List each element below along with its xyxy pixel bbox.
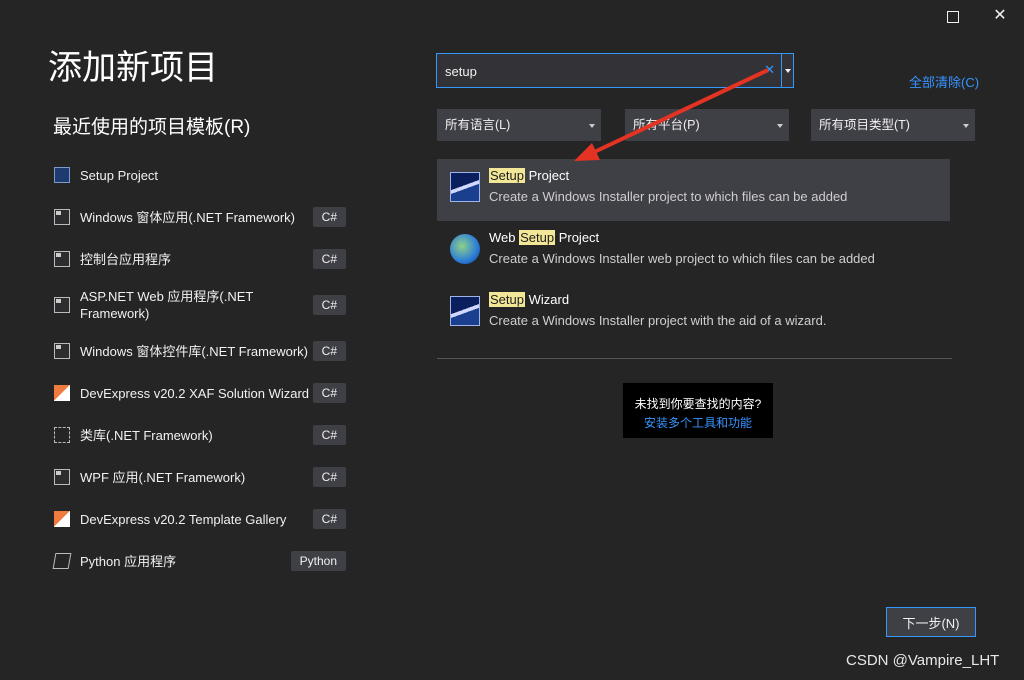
recent-item-label: Windows 窗体控件库(.NET Framework) [80, 343, 309, 359]
next-button[interactable]: 下一步(N) [886, 607, 976, 637]
devexpress-icon [54, 511, 70, 527]
recent-item[interactable]: Setup Project [54, 154, 346, 196]
language-tag: C# [312, 467, 346, 487]
maximize-icon[interactable] [943, 6, 963, 26]
recent-item[interactable]: ASP.NET Web 应用程序(.NET Framework) C# [54, 280, 346, 330]
recent-item-label: Windows 窗体应用(.NET Framework) [80, 209, 296, 225]
recent-item-label: ASP.NET Web 应用程序(.NET Framework) [80, 289, 254, 321]
language-tag: Python [290, 551, 346, 571]
recent-item[interactable]: Windows 窗体控件库(.NET Framework) C# [54, 330, 346, 372]
result-item[interactable]: Web Setup Project Create a Windows Insta… [437, 221, 950, 283]
search-box: ✕ [436, 53, 782, 88]
language-filter[interactable]: 所有语言(L) [437, 109, 601, 141]
search-input[interactable] [445, 62, 745, 80]
search-results-list: Setup Project Create a Windows Installer… [437, 159, 950, 345]
recent-item-label: 控制台应用程序 [80, 251, 172, 267]
language-tag: C# [312, 341, 346, 361]
search-highlight: Setup [489, 292, 525, 307]
recent-item[interactable]: 类库(.NET Framework) C# [54, 414, 346, 456]
recent-item[interactable]: DevExpress v20.2 Template Gallery C# [54, 498, 346, 540]
recent-item[interactable]: 控制台应用程序 C# [54, 238, 346, 280]
not-found-question: 未找到你要查找的内容? [634, 397, 762, 411]
install-tools-link[interactable]: 安装多个工具和功能 [623, 414, 773, 431]
web-app-icon [54, 297, 70, 313]
recent-templates-title: 最近使用的项目模板(R) [53, 117, 251, 138]
language-tag: C# [312, 383, 346, 403]
result-item[interactable]: Setup Wizard Create a Windows Installer … [437, 283, 950, 345]
recent-item[interactable]: DevExpress v20.2 XAF Solution Wizard C# [54, 372, 346, 414]
language-tag: C# [312, 295, 346, 315]
search-highlight: Setup [519, 230, 556, 245]
recent-templates-list: Setup Project Windows 窗体应用(.NET Framewor… [52, 154, 346, 582]
result-description: Create a Windows Installer project with … [489, 313, 827, 328]
wpf-app-icon [54, 469, 70, 485]
page-title: 添加新项目 [48, 49, 218, 87]
web-setup-icon [450, 234, 480, 264]
not-found-tooltip: 未找到你要查找的内容? 安装多个工具和功能 [623, 383, 773, 438]
setup-wizard-icon [450, 296, 480, 326]
result-title: Setup Project [489, 168, 570, 183]
result-item[interactable]: Setup Project Create a Windows Installer… [437, 159, 950, 221]
results-divider [437, 358, 952, 359]
result-title: Setup Wizard [489, 292, 570, 307]
platform-filter[interactable]: 所有平台(P) [625, 109, 789, 141]
window-form-icon [54, 209, 70, 225]
close-icon[interactable]: ✕ [990, 6, 1010, 26]
recent-item[interactable]: Windows 窗体应用(.NET Framework) C# [54, 196, 346, 238]
clear-all-link[interactable]: 全部清除(C) [909, 72, 979, 91]
language-tag: C# [312, 509, 346, 529]
recent-item-label: DevExpress v20.2 XAF Solution Wizard [80, 385, 310, 401]
recent-item-label: Python 应用程序 [80, 553, 177, 569]
recent-item-label: WPF 应用(.NET Framework) [80, 469, 246, 485]
recent-item-label: 类库(.NET Framework) [80, 427, 213, 443]
search-history-dropdown[interactable] [782, 53, 794, 88]
result-description: Create a Windows Installer web project t… [489, 251, 875, 266]
result-description: Create a Windows Installer project to wh… [489, 189, 848, 204]
language-tag: C# [312, 207, 346, 227]
clear-search-icon[interactable]: ✕ [764, 62, 775, 78]
project-type-filter[interactable]: 所有项目类型(T) [811, 109, 975, 141]
recent-item[interactable]: WPF 应用(.NET Framework) C# [54, 456, 346, 498]
language-tag: C# [312, 249, 346, 269]
result-title: Web Setup Project [489, 230, 600, 245]
recent-item[interactable]: Python 应用程序 Python [52, 540, 346, 582]
python-app-icon [52, 553, 72, 569]
recent-item-label: Setup Project [80, 167, 159, 183]
devexpress-icon [54, 385, 70, 401]
language-tag: C# [312, 425, 346, 445]
watermark: CSDN @Vampire_LHT [846, 652, 1000, 669]
setup-project-icon [450, 172, 480, 202]
setup-project-icon [54, 167, 70, 183]
class-library-icon [54, 427, 70, 443]
recent-item-label: DevExpress v20.2 Template Gallery [80, 511, 287, 527]
control-library-icon [54, 343, 70, 359]
search-highlight: Setup [489, 168, 525, 183]
console-app-icon [54, 251, 70, 267]
